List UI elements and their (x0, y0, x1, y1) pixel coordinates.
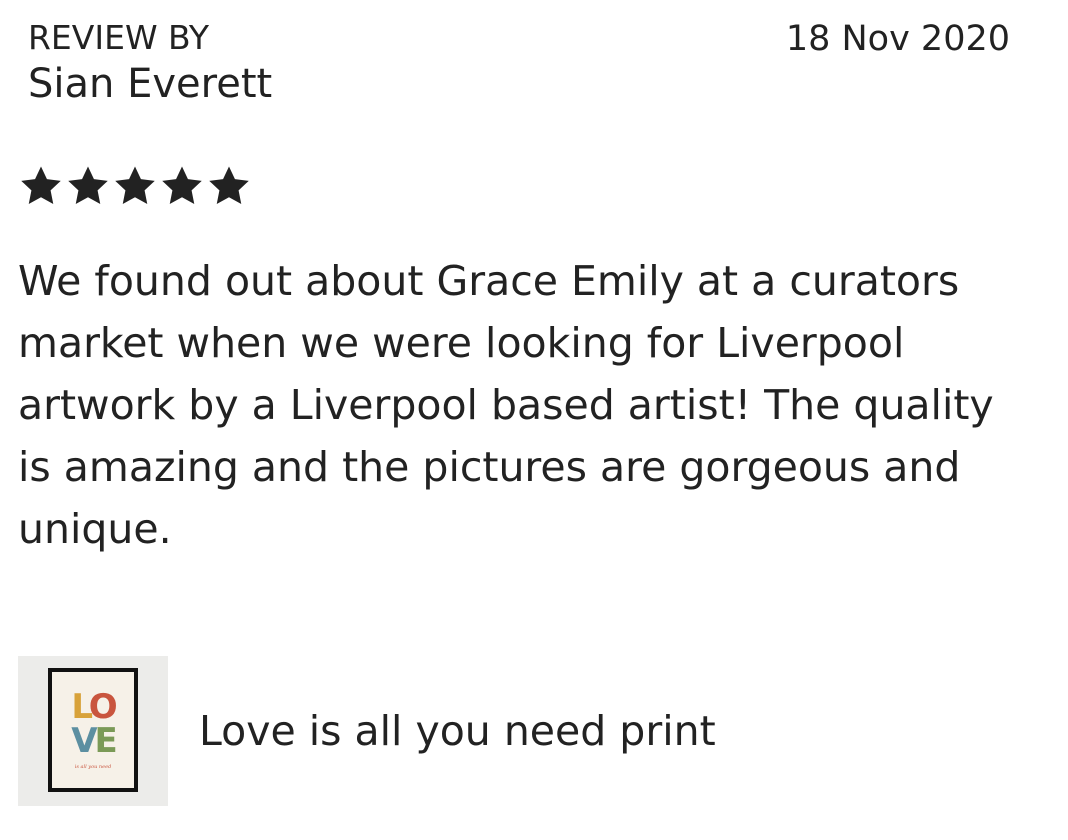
print-frame: LO VE is all you need (48, 668, 138, 792)
star-icon (209, 166, 249, 205)
product-thumbnail[interactable]: LO VE is all you need (18, 656, 168, 806)
love-row-top: LO (52, 690, 134, 724)
review-text: We found out about Grace Emily at a cura… (18, 257, 994, 553)
star-rating (18, 162, 252, 212)
reviewer-name[interactable]: Sian Everett (28, 60, 272, 108)
letter-v: V (71, 721, 97, 761)
product-title[interactable]: Love is all you need print (199, 706, 716, 756)
review-by-label: REVIEW BY (28, 18, 210, 57)
review-date: 18 Nov 2020 (785, 19, 1010, 59)
star-icon (21, 166, 61, 205)
print-tagline: is all you need (74, 764, 112, 770)
star-icon (68, 166, 108, 205)
star-icon (162, 166, 202, 205)
love-row-bottom: VE (52, 724, 134, 758)
star-icon (115, 166, 155, 205)
letter-e: E (94, 721, 118, 761)
print-paper: LO VE is all you need (52, 672, 134, 788)
